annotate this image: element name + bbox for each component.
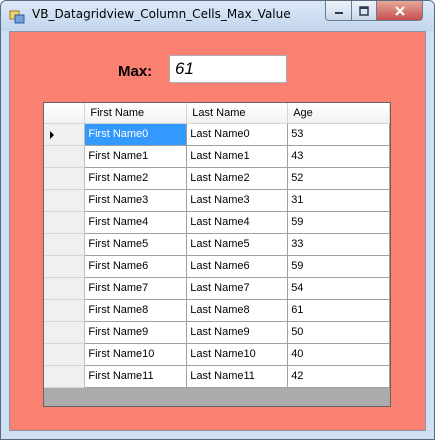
- cell-age[interactable]: 33: [287, 233, 390, 256]
- table-row[interactable]: First Name10 Last Name10 40: [44, 343, 390, 366]
- grid-table: First Name Last Name Age First Name0 Last…: [44, 103, 390, 388]
- grid-header-row: First Name Last Name Age: [44, 103, 390, 124]
- cell-first-name[interactable]: First Name3: [84, 189, 188, 212]
- cell-first-name[interactable]: First Name8: [84, 299, 188, 322]
- table-row[interactable]: First Name8 Last Name8 61: [44, 299, 390, 322]
- grid-corner-header[interactable]: [44, 103, 86, 124]
- cell-age[interactable]: 43: [287, 145, 390, 168]
- cell-first-name[interactable]: First Name0: [84, 123, 188, 146]
- window-title: VB_Datagridview_Column_Cells_Max_Value: [32, 7, 291, 21]
- row-header[interactable]: [44, 211, 86, 234]
- column-header-last-name[interactable]: Last Name: [186, 103, 289, 124]
- row-header[interactable]: [44, 167, 86, 190]
- cell-first-name[interactable]: First Name1: [84, 145, 188, 168]
- table-row[interactable]: First Name4 Last Name4 59: [44, 211, 390, 234]
- cell-last-name[interactable]: Last Name6: [186, 255, 289, 278]
- cell-first-name[interactable]: First Name6: [84, 255, 188, 278]
- cell-last-name[interactable]: Last Name5: [186, 233, 289, 256]
- cell-age[interactable]: 61: [287, 299, 390, 322]
- cell-last-name[interactable]: Last Name4: [186, 211, 289, 234]
- data-grid-view[interactable]: First Name Last Name Age First Name0 Last…: [43, 102, 391, 407]
- table-row[interactable]: First Name9 Last Name9 50: [44, 321, 390, 344]
- cell-last-name[interactable]: Last Name0: [186, 123, 289, 146]
- cell-last-name[interactable]: Last Name3: [186, 189, 289, 212]
- cell-age[interactable]: 53: [287, 123, 390, 146]
- table-row[interactable]: First Name7 Last Name7 54: [44, 277, 390, 300]
- cell-age[interactable]: 59: [287, 255, 390, 278]
- cell-age[interactable]: 50: [287, 321, 390, 344]
- cell-first-name[interactable]: First Name7: [84, 277, 188, 300]
- column-header-first-name[interactable]: First Name: [84, 103, 188, 124]
- row-header[interactable]: [44, 365, 86, 388]
- grid-body: First Name0 Last Name0 53 First Name1 Last N…: [44, 123, 390, 388]
- max-label: Max:: [118, 63, 153, 80]
- cell-first-name[interactable]: First Name9: [84, 321, 188, 344]
- row-header[interactable]: [44, 277, 86, 300]
- cell-first-name[interactable]: First Name2: [84, 167, 188, 190]
- cell-last-name[interactable]: Last Name11: [186, 365, 289, 388]
- cell-last-name[interactable]: Last Name1: [186, 145, 289, 168]
- cell-age[interactable]: 40: [287, 343, 390, 366]
- table-row[interactable]: First Name5 Last Name5 33: [44, 233, 390, 256]
- cell-first-name[interactable]: First Name11: [84, 365, 188, 388]
- table-row[interactable]: First Name6 Last Name6 59: [44, 255, 390, 278]
- cell-last-name[interactable]: Last Name8: [186, 299, 289, 322]
- row-header[interactable]: [44, 145, 86, 168]
- cell-first-name[interactable]: First Name4: [84, 211, 188, 234]
- cell-age[interactable]: 52: [287, 167, 390, 190]
- current-row-arrow-icon: [50, 130, 54, 139]
- cell-age[interactable]: 42: [287, 365, 390, 388]
- minimize-button[interactable]: [325, 1, 352, 21]
- cell-last-name[interactable]: Last Name7: [186, 277, 289, 300]
- max-value-textbox[interactable]: 61: [169, 55, 287, 83]
- close-button[interactable]: [376, 1, 423, 21]
- row-header[interactable]: [44, 299, 86, 322]
- row-header[interactable]: [44, 189, 86, 212]
- row-header[interactable]: [44, 255, 86, 278]
- cell-first-name[interactable]: First Name5: [84, 233, 188, 256]
- table-row[interactable]: First Name3 Last Name3 31: [44, 189, 390, 212]
- cell-last-name[interactable]: Last Name2: [186, 167, 289, 190]
- table-row[interactable]: First Name2 Last Name2 52: [44, 167, 390, 190]
- row-header[interactable]: [44, 123, 86, 146]
- table-row[interactable]: First Name11 Last Name11 42: [44, 365, 390, 388]
- cell-first-name[interactable]: First Name10: [84, 343, 188, 366]
- row-header[interactable]: [44, 321, 86, 344]
- row-header[interactable]: [44, 343, 86, 366]
- title-bar[interactable]: VB_Datagridview_Column_Cells_Max_Value: [1, 1, 434, 31]
- maximize-button[interactable]: [351, 1, 377, 21]
- table-row[interactable]: First Name0 Last Name0 53: [44, 123, 390, 146]
- cell-last-name[interactable]: Last Name9: [186, 321, 289, 344]
- cell-age[interactable]: 31: [287, 189, 390, 212]
- maximize-icon: [359, 5, 369, 16]
- table-row[interactable]: First Name1 Last Name1 43: [44, 145, 390, 168]
- cell-last-name[interactable]: Last Name10: [186, 343, 289, 366]
- cell-age[interactable]: 54: [287, 277, 390, 300]
- minimize-icon: [334, 11, 343, 14]
- column-header-age[interactable]: Age: [287, 103, 390, 124]
- row-header[interactable]: [44, 233, 86, 256]
- app-window-icon: [9, 10, 25, 24]
- cell-age[interactable]: 59: [287, 211, 390, 234]
- close-icon: [394, 5, 405, 16]
